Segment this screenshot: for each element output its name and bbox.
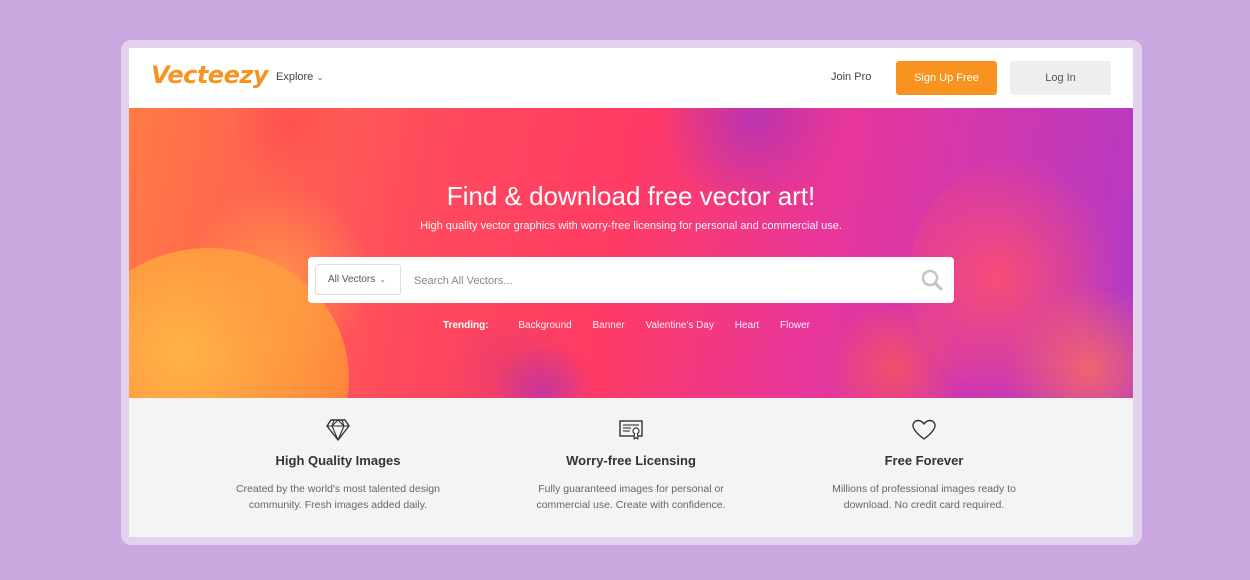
search-category-select[interactable]: All Vectors ⌄ (315, 264, 401, 295)
trending-tag-background[interactable]: Background (518, 320, 571, 331)
sign-up-button[interactable]: Sign Up Free (896, 61, 997, 95)
diamond-icon (188, 418, 488, 444)
explore-menu[interactable]: Explore ⌄ (276, 71, 324, 83)
chevron-down-icon: ⌄ (379, 275, 386, 284)
feature-description: Millions of professional images ready to… (832, 483, 1016, 511)
feature-title: High Quality Images (275, 453, 401, 468)
search-bar: All Vectors ⌄ (308, 257, 954, 303)
search-category-label: All Vectors (328, 274, 376, 285)
explore-label: Explore (276, 71, 314, 83)
vecteezy-logo[interactable]: Vecteezy (151, 61, 268, 89)
search-input[interactable] (412, 269, 906, 293)
hero-title: Find & download free vector art! (446, 181, 816, 211)
trending-tag-heart[interactable]: Heart (735, 320, 759, 331)
feature-title: Worry-free Licensing (566, 453, 696, 468)
top-navigation: Vecteezy Explore ⌄ Join Pro Sign Up Free … (129, 48, 1133, 108)
log-in-button[interactable]: Log In (1010, 61, 1111, 95)
trending-tag-valentines-day[interactable]: Valentine's Day (646, 320, 714, 331)
feature-description: Created by the world's most talented des… (236, 483, 440, 511)
trending-tags: Trending: Background Banner Valentine's … (129, 320, 1133, 331)
feature-title: Free Forever (884, 453, 964, 468)
hero-subtitle: High quality vector graphics with worry-… (420, 220, 842, 232)
feature-description: Fully guaranteed images for personal or … (536, 483, 726, 511)
trending-label: Trending: (443, 320, 489, 331)
trending-tag-flower[interactable]: Flower (780, 320, 810, 331)
features-section: High Quality Images Created by the world… (129, 398, 1133, 537)
certificate-icon (481, 418, 781, 444)
decorative-blob (219, 108, 359, 178)
chevron-down-icon: ⌄ (316, 72, 324, 82)
join-pro-link[interactable]: Join Pro (831, 71, 871, 83)
browser-window: Vecteezy Explore ⌄ Join Pro Sign Up Free … (129, 48, 1133, 537)
trending-tag-banner[interactable]: Banner (593, 320, 625, 331)
hero-banner: Find & download free vector art! High qu… (129, 108, 1133, 398)
heart-icon (774, 418, 1074, 444)
search-icon[interactable] (920, 268, 944, 292)
